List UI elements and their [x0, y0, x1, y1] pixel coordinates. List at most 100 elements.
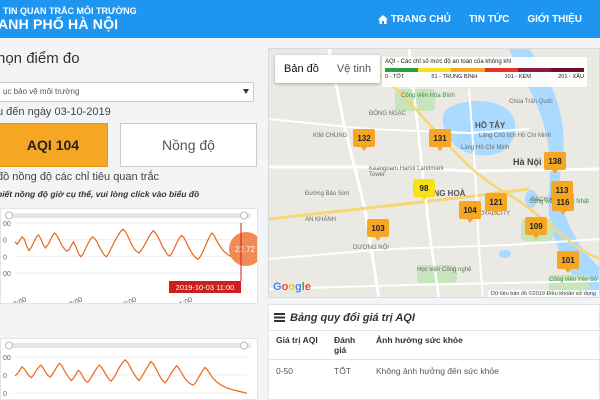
- chart-scroll-handle: [240, 211, 248, 220]
- aqi-marker[interactable]: 101: [557, 251, 579, 273]
- aqi-marker[interactable]: 131: [429, 129, 451, 151]
- y-tick-label: 0: [3, 373, 7, 380]
- tab-map[interactable]: Bản đồ: [275, 55, 328, 83]
- column-header: Giá trị AQI: [269, 331, 327, 360]
- map-label: Keangnam Hanoi Landmark Tower: [369, 166, 444, 178]
- nav-news-label: TIN TỨC: [468, 13, 510, 25]
- marker-pointer: [533, 235, 539, 239]
- google-logo: Google: [273, 281, 311, 293]
- legend-label: 51 - TRUNG BÌNH: [431, 74, 478, 80]
- nav-news[interactable]: TIN TỨC: [469, 14, 510, 25]
- legend-color-swatch: [550, 68, 585, 72]
- highlight-date-label: 2019-10-03 11:00: [176, 283, 235, 292]
- aqi-marker[interactable]: 116: [552, 193, 574, 215]
- map-view[interactable]: Bản đồ Vệ tinh AQI - Các chỉ số mức độ a…: [268, 48, 600, 298]
- right-panel: Bản đồ Vệ tinh AQI - Các chỉ số mức độ a…: [268, 38, 600, 400]
- map-attribution[interactable]: Dữ liệu bản đồ ©2019 Điều khoản sử dụng: [488, 290, 599, 297]
- chart-hint: biết nồng độ giờ cụ thể, vui lòng click …: [0, 189, 200, 199]
- aqi-button[interactable]: AQI 104: [0, 123, 108, 167]
- station-select-value: ục bảo vệ môi trường: [3, 87, 80, 96]
- main-nav: TRANG CHỦ TIN TỨC GIỚI THIỆU: [377, 0, 600, 38]
- map-label: Lăng Chủ tịch Hồ Chí Minh: [479, 133, 552, 139]
- aqi-marker[interactable]: 138: [544, 152, 566, 174]
- tab-satellite[interactable]: Vệ tinh: [328, 55, 380, 83]
- chart-scroll-track: [5, 213, 251, 218]
- map-label: ĐÔNG NGẠC: [369, 111, 407, 117]
- marker-pointer: [361, 147, 367, 151]
- map-label: AN KHÁNH: [305, 217, 337, 223]
- aqi-marker[interactable]: 104: [459, 201, 481, 223]
- chart-scroll-handle: [5, 211, 13, 220]
- y-tick-label: 00: [3, 355, 11, 362]
- chart-card-1[interactable]: 0000002019-09-27 12:002019-09-28 23:0020…: [0, 208, 258, 304]
- map-label: KIM CHUNG: [313, 133, 348, 139]
- y-tick-label: 0: [3, 391, 7, 398]
- x-tick-label: 2019-09-27 12:00: [1, 296, 28, 304]
- aqi-marker[interactable]: 121: [485, 193, 507, 215]
- list-icon: [274, 313, 285, 322]
- legend-title: AQI - Các chỉ số mức độ an toàn của khôn…: [385, 59, 512, 65]
- legend-color-bar: [385, 68, 585, 72]
- marker-pointer: [437, 147, 443, 151]
- legend-color-swatch: [385, 68, 419, 72]
- y-tick-label: 0: [3, 254, 7, 261]
- aqi-legend: AQI - Các chỉ số mức độ an toàn của khôn…: [382, 57, 587, 87]
- map-label: HỒ TÂY: [475, 121, 506, 130]
- marker-pointer: [375, 237, 381, 241]
- nav-about[interactable]: GIỚI THIỆU: [527, 14, 582, 25]
- table-header-row: Giá trị AQI Đánh giá Ảnh hưởng sức khỏe: [269, 331, 599, 360]
- legend-color-swatch: [418, 68, 452, 72]
- aqi-marker[interactable]: 98: [413, 179, 435, 201]
- series-line: [14, 359, 248, 394]
- x-tick-label: 2019-10-01 21:00: [141, 296, 194, 304]
- nav-home-label: TRANG CHỦ: [390, 13, 451, 25]
- station-select[interactable]: ục bảo vệ môi trường: [0, 82, 254, 102]
- nav-home[interactable]: TRANG CHỦ: [377, 13, 451, 25]
- aqi-table-card: Bảng quy đổi giá trị AQI Giá trị AQI Đán…: [268, 304, 600, 400]
- column-header: Đánh giá: [327, 331, 369, 360]
- legend-label: 201 - XẤU: [558, 74, 584, 80]
- y-tick-label: 0: [3, 238, 7, 245]
- legend-labels: 0 - TỐT 51 - TRUNG BÌNH 101 - KÉM 201 - …: [385, 74, 584, 80]
- chart-scroll-handle: [240, 341, 248, 350]
- aqi-line-chart[interactable]: 0000002019-09-27 12:002019-09-28 23:0020…: [1, 209, 258, 304]
- legend-color-swatch: [484, 68, 518, 72]
- nav-about-label: GIỚI THIỆU: [527, 13, 582, 25]
- column-header: Ảnh hưởng sức khỏe: [369, 331, 599, 360]
- map-label: DƯƠNG NỘI: [353, 245, 389, 251]
- table-cell: Không ảnh hưởng đến sức khỏe: [376, 366, 499, 376]
- marker-pointer: [493, 211, 499, 215]
- concentration-line-chart[interactable]: 0000: [1, 339, 258, 400]
- date-range-text: u đến ngày 03-10-2019: [0, 106, 111, 118]
- map-label: Hà Nội: [513, 157, 542, 167]
- table-row: 0-50 TỐT Không ảnh hưởng đến sức khỏe: [269, 360, 599, 383]
- caret-down-icon: [243, 89, 249, 94]
- left-panel: họn điểm đo ục bảo vệ môi trường u đến n…: [0, 38, 262, 400]
- map-label: Học viện Công nghệ: [417, 267, 472, 273]
- brand-subtitle: TIN QUAN TRẮC MÔI TRƯỜNG: [3, 6, 137, 16]
- section-title: họn điểm đo: [0, 50, 80, 67]
- series-line: [14, 228, 248, 264]
- top-header: TIN QUAN TRẮC MÔI TRƯỜNG ANH PHỐ HÀ NỘI …: [0, 0, 600, 38]
- chart-scroll-handle: [5, 341, 13, 350]
- marker-pointer: [421, 197, 427, 201]
- map-label: Đường Bảo Sơn: [305, 191, 350, 197]
- map-label: Làng Hồ Chí Minh: [461, 145, 510, 151]
- legend-color-swatch: [517, 68, 551, 72]
- home-icon: [377, 14, 388, 24]
- aqi-marker[interactable]: 132: [353, 129, 375, 151]
- y-tick-label: 00: [3, 221, 11, 228]
- aqi-table: Giá trị AQI Đánh giá Ảnh hưởng sức khỏe …: [269, 331, 599, 382]
- aqi-marker[interactable]: 109: [525, 217, 547, 239]
- chart-section-title: đồ nồng độ các chỉ tiêu quan trắc: [0, 171, 160, 183]
- aqi-table-title: Bảng quy đổi giá trị AQI: [290, 311, 415, 324]
- concentration-button[interactable]: Nồng độ: [120, 123, 257, 167]
- chart-scroll-track: [5, 343, 251, 348]
- marker-pointer: [565, 269, 571, 273]
- brand-title[interactable]: ANH PHỐ HÀ NỘI: [0, 16, 118, 32]
- legend-label: 0 - TỐT: [385, 74, 405, 80]
- chart-card-2[interactable]: 00 0 0: [0, 338, 258, 400]
- x-tick-label: 2019-09-28 23:00: [31, 296, 84, 304]
- legend-label: 101 - KÉM: [504, 74, 531, 80]
- aqi-marker[interactable]: 103: [367, 219, 389, 241]
